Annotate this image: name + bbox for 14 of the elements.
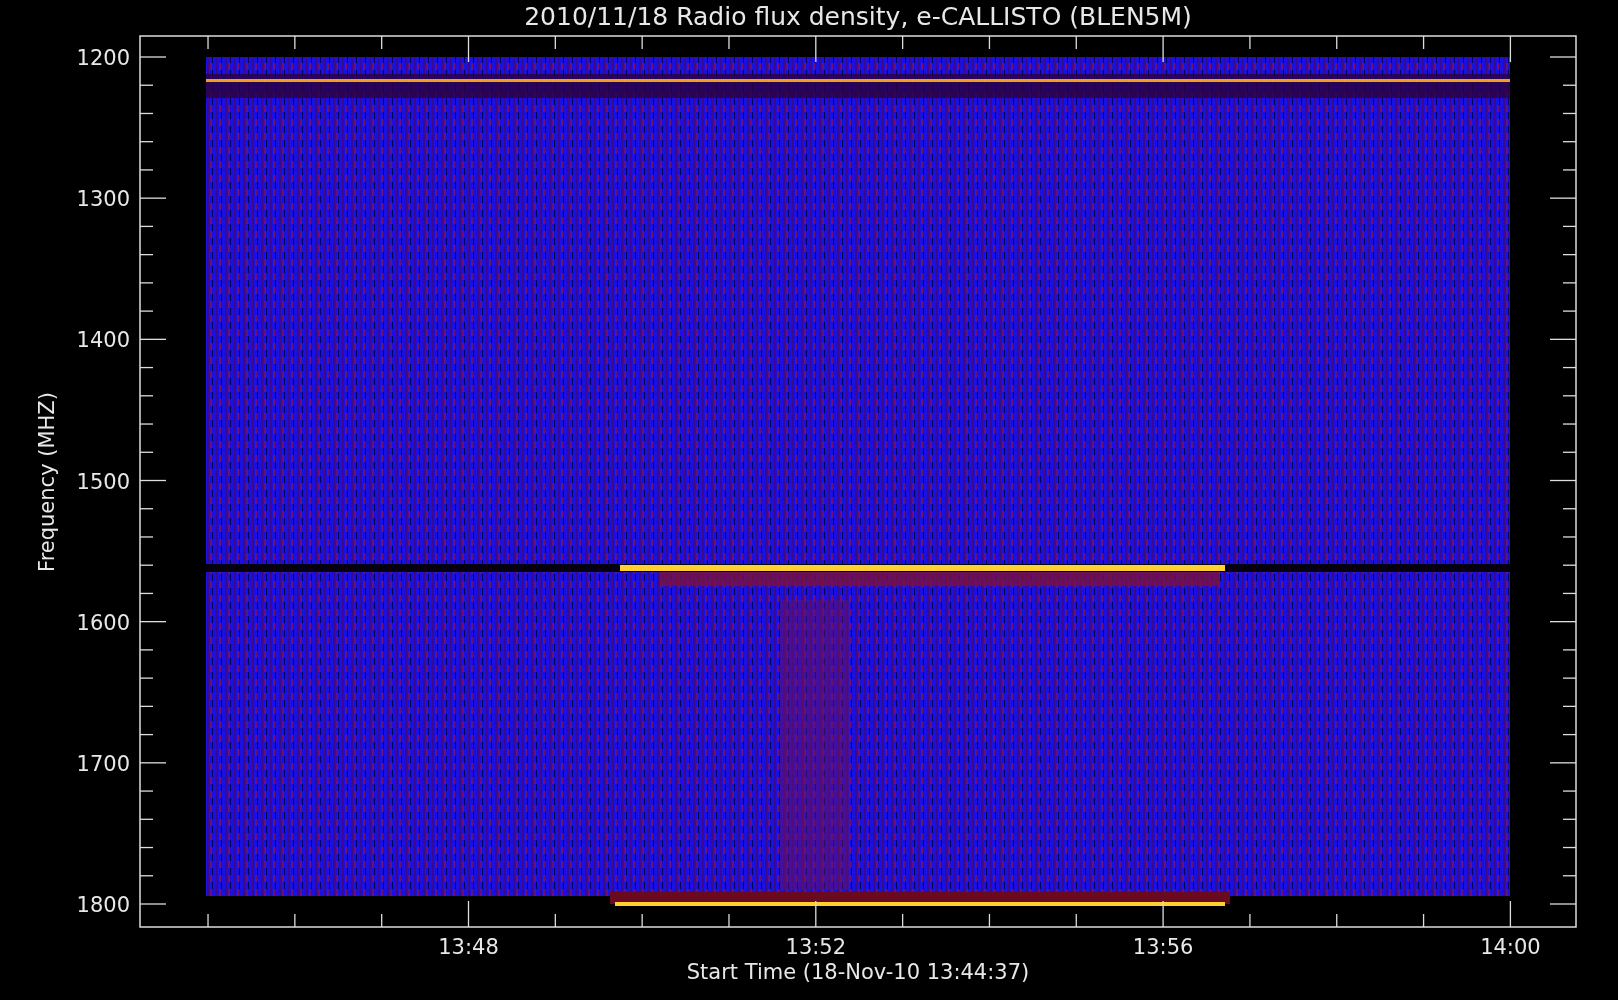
y-tick-label: 1700 — [76, 751, 130, 776]
y-tick-label: 1800 — [76, 893, 130, 917]
y-tick-label: 1200 — [76, 46, 130, 70]
y-tick-label: 1400 — [76, 328, 130, 353]
x-tick-label: 13:48 — [438, 935, 499, 959]
x-tick-label: 13:52 — [785, 935, 847, 959]
x-axis-label: Start Time (18-Nov-10 13:44:37) — [686, 960, 1030, 984]
y-tick-label: 1500 — [76, 469, 130, 494]
chart-title: 2010/11/18 Radio flux density, e-CALLISTO (BLEN5M) — [524, 2, 1192, 31]
y-tick-label: 1600 — [76, 610, 130, 635]
y-tick-label: 1300 — [76, 187, 130, 212]
x-tick-label: 13:56 — [1132, 935, 1194, 959]
y-axis-label: Frequency (MHZ) — [35, 392, 59, 572]
x-tick-label: 14:00 — [1480, 935, 1541, 959]
